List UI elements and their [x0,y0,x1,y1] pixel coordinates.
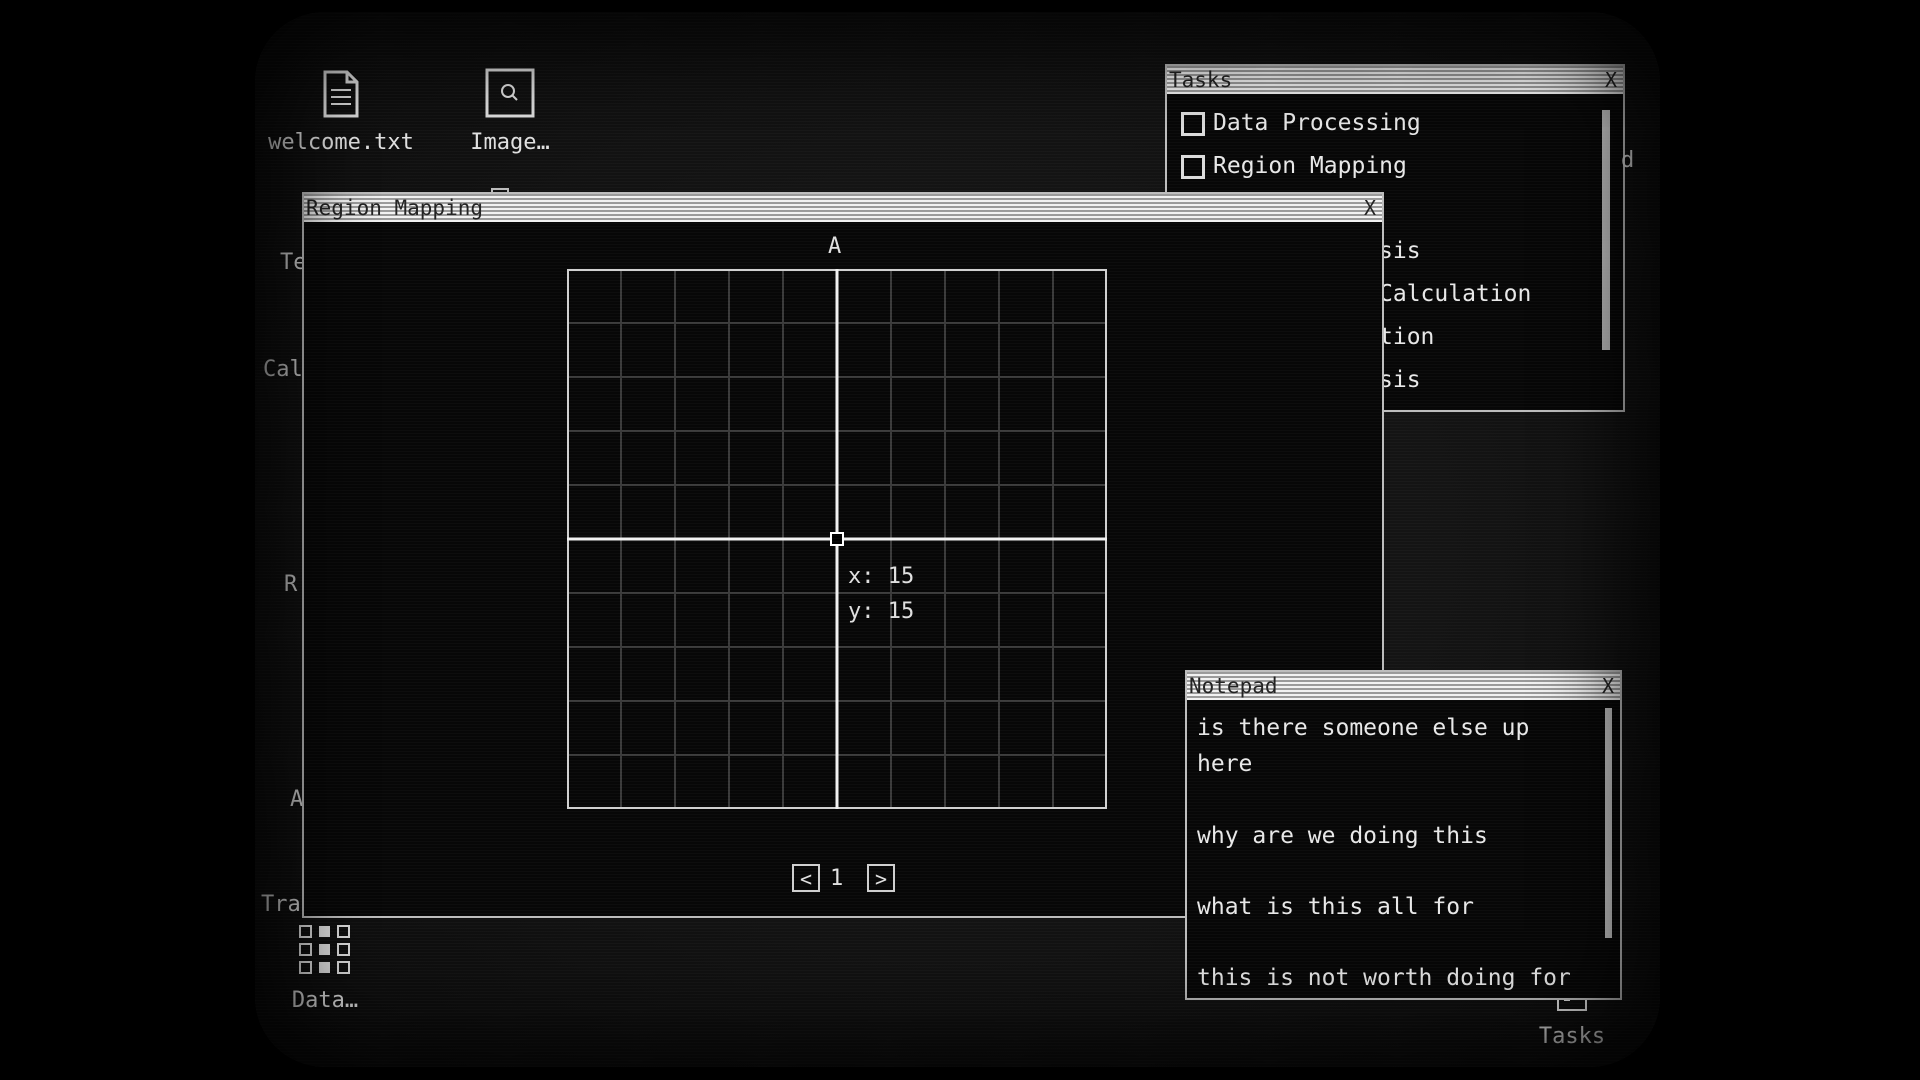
task-label: Data Processing [1213,110,1421,136]
notepad-close-button[interactable]: X [1602,672,1614,700]
task-item-region-mapping[interactable]: Region Mapping [1181,153,1407,179]
icon-label: Tasks [1538,1024,1606,1049]
notepad-line: what is this all for [1197,894,1474,920]
image-search-icon [485,68,535,118]
region-mapping-titlebar[interactable]: Region Mapping X [304,194,1382,222]
notepad-titlebar[interactable]: Notepad X [1187,672,1620,700]
tasks-titlebar[interactable]: Tasks X [1167,66,1623,94]
mapping-grid[interactable] [567,269,1107,809]
task-partial-2[interactable]: Calculation [1379,281,1531,307]
desktop-icon-image[interactable]: Image… [430,68,590,155]
task-partial-3[interactable]: tion [1379,324,1434,350]
partial-label-cal: Cal [263,357,303,382]
next-page-button[interactable]: > [867,864,895,892]
task-item-data-processing[interactable]: Data Processing [1181,110,1421,136]
partial-label-tra: Tra [261,892,301,917]
grid-label: A [828,234,842,259]
icon-label: Image… [470,130,550,155]
task-partial-1[interactable]: sis [1379,238,1421,264]
tasks-partial-right: d [1621,148,1635,173]
icon-label: welcome.txt [268,130,414,155]
tasks-title: Tasks [1169,68,1233,92]
notepad-scrollbar[interactable] [1605,708,1612,938]
notepad-window[interactable]: Notepad X is there someone else up here … [1185,670,1622,1000]
region-mapping-close-button[interactable]: X [1364,194,1376,222]
cursor-y-readout: y: 15 [848,599,915,624]
region-mapping-title: Region Mapping [306,196,484,220]
task-partial-4[interactable]: sis [1379,367,1421,393]
desktop-icon-data[interactable]: Data… [255,922,405,1013]
page-number: 1 [830,866,844,891]
notepad-title: Notepad [1189,674,1278,698]
task-label: Region Mapping [1213,153,1407,179]
notepad-line: here [1197,751,1253,777]
crt-screen: welcome.txt Image… Data… Tasks Te Cal R … [255,12,1660,1067]
checklist-icon [299,925,350,974]
icon-label: Data… [291,988,359,1013]
cursor-x-readout: x: 15 [848,564,915,589]
task-checkbox[interactable] [1181,154,1205,179]
tasks-close-button[interactable]: X [1605,66,1617,94]
notepad-line: this is not worth doing for [1197,965,1571,991]
prev-page-button[interactable]: < [792,864,820,892]
document-icon [323,70,359,118]
partial-label-r: R [284,572,298,597]
cursor-marker [830,532,844,546]
notepad-line: is there someone else up [1197,715,1530,741]
tasks-scrollbar[interactable] [1602,110,1610,350]
task-checkbox[interactable] [1181,111,1205,136]
notepad-line: why are we doing this [1197,823,1488,849]
desktop-icon-welcome[interactable]: welcome.txt [261,70,421,155]
